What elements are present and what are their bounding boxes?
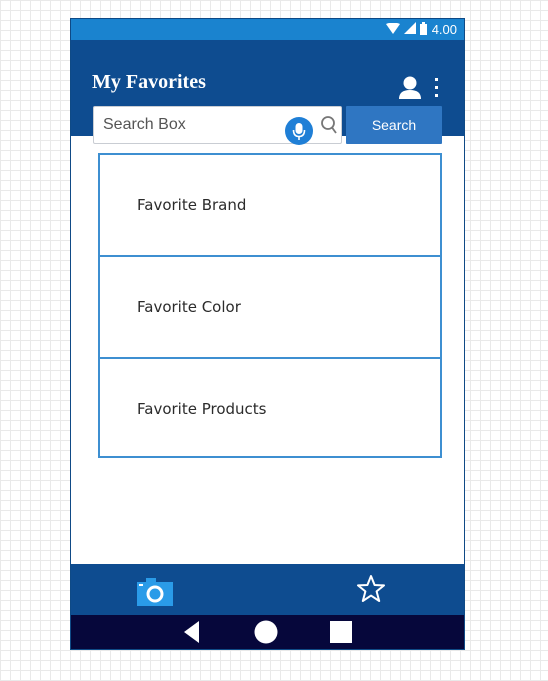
signal-icon (403, 22, 416, 37)
star-icon[interactable] (356, 574, 386, 604)
user-icon[interactable] (396, 74, 424, 102)
status-bar: 4.00 (71, 19, 464, 40)
bottom-tab-bar (71, 564, 464, 615)
list-item-favorite-color[interactable]: Favorite Color (100, 257, 440, 359)
status-time: 4.00 (431, 22, 457, 37)
app-bar: My Favorites Search Box Search (71, 40, 464, 145)
list-item-favorite-products[interactable]: Favorite Products (100, 359, 440, 459)
camera-icon[interactable] (137, 576, 173, 606)
search-field[interactable] (93, 106, 342, 145)
list-item-label: Favorite Color (137, 298, 241, 316)
search-input[interactable] (94, 107, 288, 143)
back-icon[interactable] (182, 620, 202, 644)
phone-screen: 4.00 My Favorites Search Box Search Favo… (71, 19, 464, 649)
battery-icon (419, 21, 427, 38)
more-vert-icon[interactable] (431, 75, 443, 101)
home-icon[interactable] (253, 619, 279, 645)
system-nav-bar (71, 615, 464, 649)
recents-icon[interactable] (329, 620, 353, 644)
search-button[interactable]: Search (346, 106, 442, 144)
list-item-label: Favorite Products (137, 400, 267, 418)
favorites-list: Favorite Brand Favorite Color Favorite P… (98, 153, 442, 458)
list-item-favorite-brand[interactable]: Favorite Brand (100, 155, 440, 257)
microphone-icon[interactable] (285, 117, 313, 145)
page-title: My Favorites (92, 71, 206, 93)
wifi-icon (385, 22, 400, 37)
search-icon[interactable] (320, 115, 338, 135)
list-item-label: Favorite Brand (137, 196, 247, 214)
